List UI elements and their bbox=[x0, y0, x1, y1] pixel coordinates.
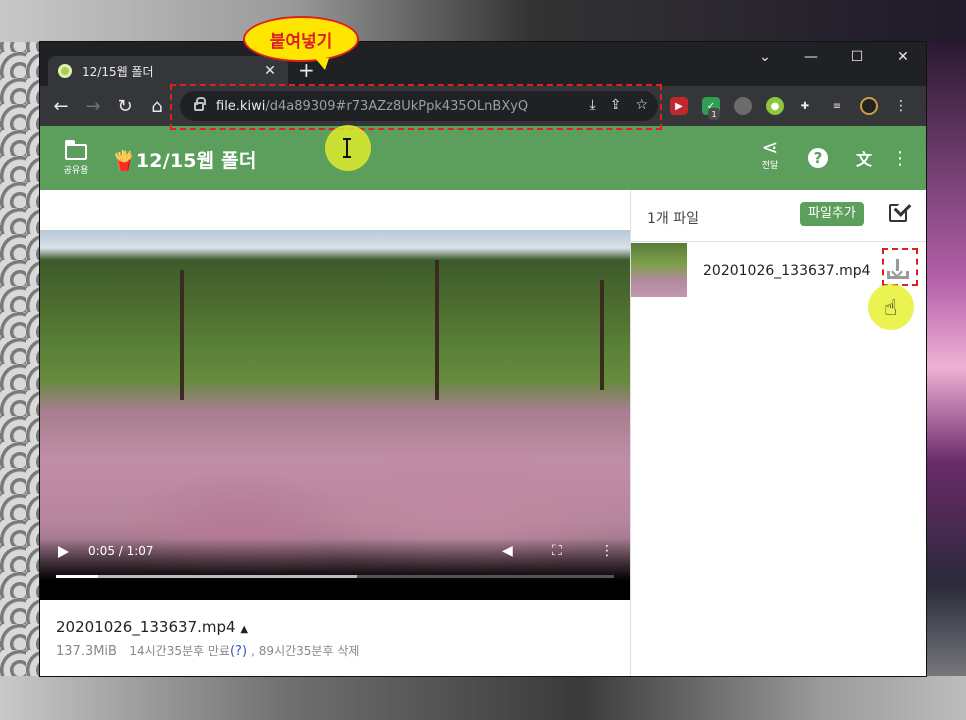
share-icon: ⋖ bbox=[761, 135, 779, 159]
browser-window: 12/15웹 폴더 ✕ + ⌄ — ☐ ✕ ← → ↻ ⌂ file.kiwi /… bbox=[40, 42, 926, 676]
file-size: 137.3MiB bbox=[56, 644, 117, 659]
forward-arrow-icon[interactable]: → bbox=[78, 91, 108, 121]
install-app-icon[interactable]: ⤓ bbox=[590, 97, 596, 113]
file-thumbnail[interactable] bbox=[631, 243, 687, 297]
reload-icon[interactable]: ↻ bbox=[110, 91, 140, 121]
back-arrow-icon[interactable]: ← bbox=[46, 91, 76, 121]
address-bar[interactable]: file.kiwi/d4a89309#r73AZz8UkPpk435OLnBXy… bbox=[180, 91, 658, 121]
video-progress-bar[interactable] bbox=[56, 575, 614, 578]
close-window-button[interactable]: ✕ bbox=[880, 42, 926, 72]
extension-grey-icon[interactable] bbox=[734, 97, 752, 115]
fullscreen-icon[interactable]: ⛶ bbox=[552, 543, 562, 559]
share-page-icon[interactable]: ⇪ bbox=[610, 97, 622, 113]
title-bar: 12/15웹 폴더 ✕ + ⌄ — ☐ ✕ bbox=[40, 42, 926, 86]
shared-folder-button[interactable]: 공유용 bbox=[58, 136, 94, 176]
home-icon[interactable]: ⌂ bbox=[142, 91, 172, 121]
video-controls: 0:05 / 1:07 ◀ ⛶ ⋮ bbox=[40, 538, 630, 600]
extension-green-icon[interactable]: ● bbox=[766, 97, 784, 115]
expire-help-link[interactable]: (?) bbox=[230, 644, 247, 659]
url-host: file.kiwi bbox=[216, 98, 266, 114]
desktop-background-bottom bbox=[0, 676, 966, 720]
maximize-button[interactable]: ☐ bbox=[834, 42, 880, 72]
tab-title: 12/15웹 폴더 bbox=[82, 64, 154, 79]
video-buffer bbox=[56, 575, 358, 578]
file-title: 20201026_133637.mp4 ▲ bbox=[56, 618, 249, 636]
share-button[interactable]: ⋖ 전달 bbox=[756, 136, 784, 171]
delete-text: , 89시간35분후 삭제 bbox=[251, 644, 360, 658]
file-panel: 1개 파일 파일추가 20201026_133637.mp4 bbox=[630, 190, 926, 676]
tab-favicon-icon bbox=[58, 64, 72, 78]
panel-header: 1개 파일 파일추가 bbox=[631, 190, 926, 242]
app-bar: 공유용 🍟12/15웹 폴더 ⋖ 전달 ? 文 ⋮ bbox=[40, 126, 926, 190]
minimize-button[interactable]: — bbox=[788, 42, 834, 72]
tree-trunk bbox=[600, 280, 604, 390]
select-all-icon[interactable] bbox=[889, 204, 907, 222]
desktop-background-top bbox=[0, 0, 966, 42]
more-menu-icon[interactable]: ⋮ bbox=[888, 146, 912, 170]
translate-icon[interactable]: 文 bbox=[852, 146, 876, 170]
tab-close-icon[interactable]: ✕ bbox=[262, 63, 278, 79]
extension-badge: 1 bbox=[708, 108, 720, 120]
new-tab-button[interactable]: + bbox=[298, 60, 315, 80]
shared-folder-label: 공유용 bbox=[63, 166, 89, 176]
browser-tab[interactable]: 12/15웹 폴더 ✕ bbox=[48, 56, 288, 86]
page-title: 🍟12/15웹 폴더 bbox=[112, 150, 257, 172]
lock-icon bbox=[194, 96, 206, 111]
browser-menu-icon[interactable]: ⋮ bbox=[892, 97, 910, 115]
file-meta: 137.3MiB 14시간35분후 만료(?) , 89시간35분후 삭제 bbox=[56, 642, 359, 659]
volume-icon[interactable]: ◀ bbox=[502, 543, 513, 559]
video-player[interactable]: 0:05 / 1:07 ◀ ⛶ ⋮ bbox=[40, 230, 630, 600]
fries-icon: 🍟 bbox=[112, 150, 136, 172]
paste-callout: 붙여넣기 bbox=[243, 16, 359, 70]
browser-toolbar: ← → ↻ ⌂ file.kiwi/d4a89309#r73AZz8UkPpk4… bbox=[40, 86, 926, 126]
play-icon[interactable] bbox=[58, 546, 69, 558]
url-path: /d4a89309#r73AZz8UkPpk435OLnBXyQ bbox=[265, 98, 529, 114]
share-label: 전달 bbox=[761, 161, 779, 171]
video-menu-icon[interactable]: ⋮ bbox=[600, 543, 614, 559]
video-time: 0:05 / 1:07 bbox=[88, 544, 154, 558]
profile-avatar[interactable] bbox=[860, 97, 878, 115]
extension-red-icon[interactable]: ▶ bbox=[670, 97, 688, 115]
main-content: 0:05 / 1:07 ◀ ⛶ ⋮ 20201026_133637.mp4 ▲ … bbox=[40, 190, 630, 676]
hand-cursor-icon: ☝ bbox=[884, 296, 898, 321]
desktop-background-right bbox=[926, 42, 966, 720]
help-button[interactable]: ? bbox=[808, 148, 828, 168]
tree-trunk bbox=[435, 260, 439, 400]
extensions-puzzle-icon[interactable]: ✚ bbox=[796, 97, 814, 115]
expire-text: 14시간35분후 만료 bbox=[129, 644, 230, 658]
tree-trunk bbox=[180, 270, 184, 400]
text-cursor-icon bbox=[343, 138, 354, 158]
warning-icon: ▲ bbox=[240, 624, 249, 635]
desktop-background-left bbox=[0, 0, 40, 720]
file-count: 1개 파일 bbox=[647, 211, 699, 227]
video-progress bbox=[56, 575, 98, 578]
file-row-name[interactable]: 20201026_133637.mp4 bbox=[703, 263, 871, 279]
bookmark-star-icon[interactable]: ☆ bbox=[635, 97, 648, 113]
tab-search-button[interactable]: ⌄ bbox=[742, 42, 788, 72]
media-queue-icon[interactable]: ≡ bbox=[828, 97, 846, 115]
download-icon[interactable] bbox=[887, 259, 909, 279]
add-file-button[interactable]: 파일추가 bbox=[800, 202, 864, 226]
folder-open-icon bbox=[65, 140, 87, 160]
